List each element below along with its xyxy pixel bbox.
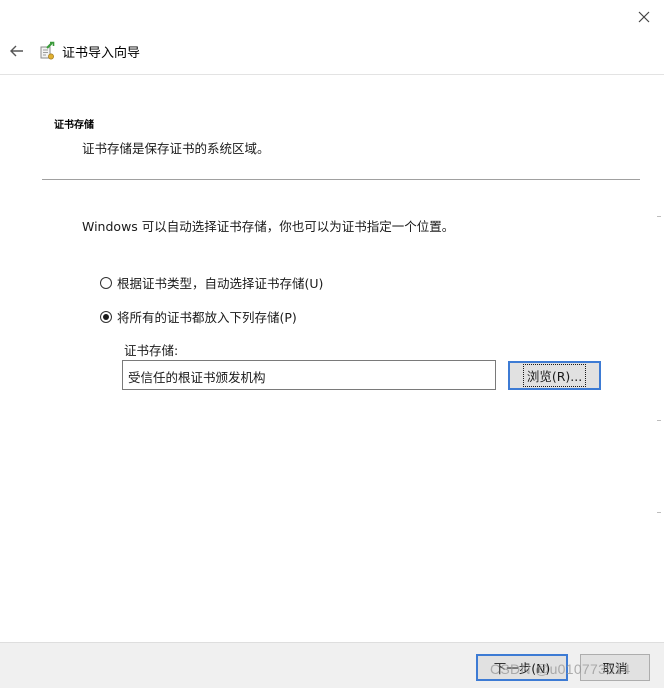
wizard-header: 证书导入向导	[0, 34, 664, 75]
auto-select-label: 根据证书类型，自动选择证书存储(U)	[117, 276, 324, 291]
section-description: 证书存储是保存证书的系统区域。	[82, 141, 270, 156]
close-icon	[638, 11, 650, 23]
store-field-label: 证书存储:	[124, 343, 179, 358]
edge-mark	[657, 512, 661, 513]
section-title: 证书存储	[54, 120, 94, 131]
close-button[interactable]	[630, 4, 658, 30]
auto-select-radio[interactable]	[100, 276, 112, 289]
wizard-title: 证书导入向导	[62, 46, 141, 61]
edge-mark	[657, 216, 661, 217]
certificate-store-field[interactable]: 受信任的根证书颁发机构	[122, 360, 496, 390]
auto-select-store-option[interactable]: 根据证书类型，自动选择证书存储(U)	[100, 273, 323, 292]
manual-store-option[interactable]: 将所有的证书都放入下列存储(P)	[100, 307, 297, 326]
edge-mark	[657, 420, 661, 421]
certificate-wizard-icon	[40, 41, 55, 60]
manual-store-label: 将所有的证书都放入下列存储(P)	[117, 310, 297, 325]
browse-button[interactable]: 浏览(R)...	[508, 361, 601, 390]
radio-selected-dot	[103, 313, 109, 320]
back-button[interactable]	[6, 40, 28, 62]
intro-text: Windows 可以自动选择证书存储，你也可以为证书指定一个位置。	[82, 219, 455, 234]
section-divider	[42, 179, 640, 180]
manual-store-radio[interactable]	[100, 310, 112, 323]
browse-button-label: 浏览(R)...	[522, 364, 587, 387]
watermark: CSDN @u010773514	[490, 661, 631, 677]
back-arrow-icon	[10, 45, 23, 57]
